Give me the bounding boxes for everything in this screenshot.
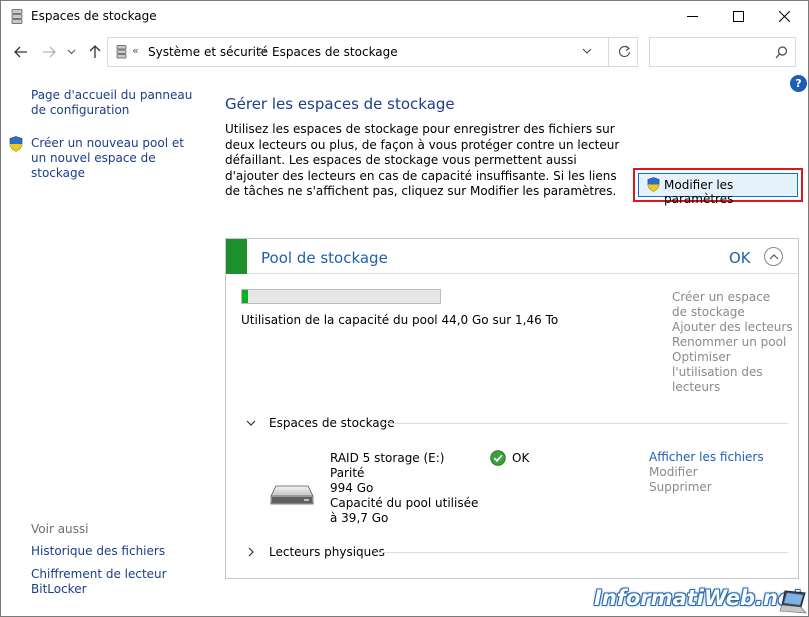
maximize-icon bbox=[733, 11, 744, 22]
modify-settings-label: Modifier les paramètres bbox=[664, 178, 734, 206]
sidebar-link-create-pool[interactable]: Créer un nouveau pool et un nouvel espac… bbox=[31, 136, 201, 181]
link-modify[interactable]: Modifier bbox=[649, 465, 698, 480]
link-view-files[interactable]: Afficher les fichiers bbox=[649, 450, 764, 465]
space-size: 994 Go bbox=[330, 481, 374, 495]
storage-spaces-icon bbox=[11, 9, 23, 24]
pool-header: Pool de stockage OK bbox=[226, 239, 798, 274]
sidebar-link-file-history[interactable]: Historique des fichiers bbox=[31, 544, 165, 559]
space-status: OK bbox=[512, 451, 530, 465]
watermark-logo: InformatiWeb.net bbox=[594, 586, 803, 610]
address-bar[interactable]: « Système et sécurité > Espaces de stock… bbox=[107, 37, 638, 67]
pool-status-bar bbox=[226, 239, 247, 274]
task-add-drives[interactable]: Ajouter des lecteurs bbox=[672, 320, 793, 335]
storage-pool-panel: Pool de stockage OK Utilisation de la ca… bbox=[225, 238, 799, 579]
search-icon bbox=[775, 46, 788, 59]
refresh-icon bbox=[618, 45, 631, 58]
sidebar-link-control-panel-home[interactable]: Page d'accueil du panneau de configurati… bbox=[31, 88, 201, 118]
window-title: Espaces de stockage bbox=[31, 9, 157, 23]
pool-usage-text: Utilisation de la capacité du pool 44,0 … bbox=[241, 313, 559, 327]
space-used: Capacité du pool utilisée à 39,7 Go bbox=[330, 496, 479, 525]
spaces-section-label: Espaces de stockage bbox=[269, 416, 395, 430]
breadcrumb-espaces-stockage[interactable]: Espaces de stockage bbox=[272, 45, 398, 59]
collapse-button[interactable] bbox=[764, 247, 783, 266]
title-bar: Espaces de stockage bbox=[1, 1, 808, 32]
section-divider bbox=[382, 423, 788, 424]
minimize-button[interactable] bbox=[670, 1, 716, 32]
link-delete[interactable]: Supprimer bbox=[649, 480, 712, 495]
space-type: Parité bbox=[330, 466, 365, 480]
pool-capacity-fill bbox=[242, 290, 248, 303]
forward-arrow-icon[interactable] bbox=[41, 44, 57, 60]
back-arrow-icon[interactable] bbox=[13, 44, 29, 60]
uac-shield-icon bbox=[647, 177, 660, 192]
chevron-right-icon bbox=[248, 547, 254, 557]
physical-drives-label: Lecteurs physiques bbox=[269, 545, 385, 559]
sidebar: Page d'accueil du panneau de configurati… bbox=[1, 72, 206, 612]
help-button[interactable]: ? bbox=[790, 75, 807, 92]
drive-icon bbox=[270, 485, 314, 505]
page-title: Gérer les espaces de stockage bbox=[225, 95, 455, 113]
sidebar-link-bitlocker[interactable]: Chiffrement de lecteur BitLocker bbox=[31, 567, 171, 597]
minimize-icon bbox=[687, 16, 698, 17]
space-name: RAID 5 storage (E:) bbox=[330, 451, 445, 465]
storage-spaces-icon bbox=[116, 45, 127, 59]
close-icon bbox=[779, 11, 790, 22]
address-toolbar: « Système et sécurité > Espaces de stock… bbox=[1, 32, 808, 72]
search-input[interactable] bbox=[649, 37, 796, 67]
up-arrow-icon[interactable] bbox=[87, 44, 103, 60]
maximize-button[interactable] bbox=[716, 1, 762, 32]
address-dropdown-chevron-icon[interactable] bbox=[582, 46, 592, 56]
recent-chevron-down-icon[interactable] bbox=[67, 47, 76, 56]
chevron-up-icon bbox=[769, 254, 779, 260]
uac-shield-icon bbox=[9, 136, 23, 152]
page-description: Utilisez les espaces de stockage pour en… bbox=[225, 122, 620, 198]
refresh-button[interactable] bbox=[608, 38, 639, 66]
task-optimize-drives[interactable]: Optimiser l'utilisation des lecteurs bbox=[672, 350, 767, 395]
pool-status: OK bbox=[729, 249, 751, 267]
pool-title: Pool de stockage bbox=[261, 249, 388, 267]
breadcrumb-overflow[interactable]: « bbox=[132, 44, 139, 57]
ok-check-icon bbox=[490, 450, 506, 466]
breadcrumb-systeme-securite[interactable]: Système et sécurité bbox=[148, 45, 268, 59]
modify-settings-button[interactable]: Modifier les paramètres bbox=[638, 173, 798, 206]
laptop-icon bbox=[779, 590, 807, 614]
task-create-space[interactable]: Créer un espace de stockage bbox=[672, 290, 787, 320]
storage-space-details: RAID 5 storage (E:) Parité 994 Go Capaci… bbox=[330, 451, 480, 526]
task-rename-pool[interactable]: Renommer un pool bbox=[672, 335, 786, 350]
breadcrumb-separator[interactable]: > bbox=[258, 44, 267, 57]
window: Espaces de stockage « Système et sécurit… bbox=[0, 0, 809, 617]
chevron-down-icon bbox=[246, 420, 256, 426]
close-button[interactable] bbox=[762, 1, 808, 32]
pool-capacity-bar bbox=[241, 289, 441, 304]
see-also-heading: Voir aussi bbox=[31, 522, 89, 536]
section-divider bbox=[376, 552, 788, 553]
